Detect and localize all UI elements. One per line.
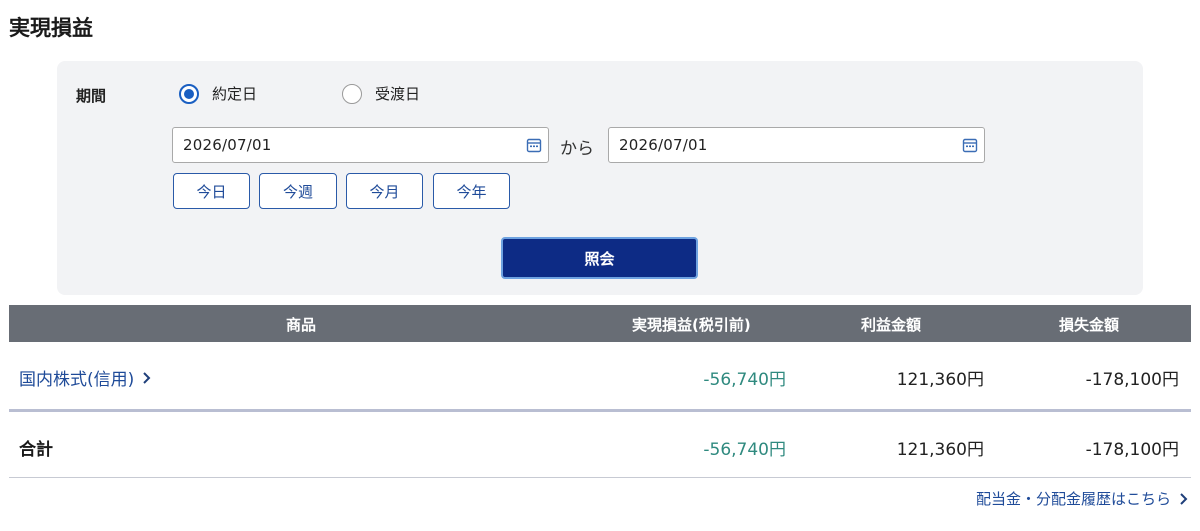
product-link-domestic-margin[interactable]: 国内株式(信用)	[19, 365, 151, 390]
today-button[interactable]: 今日	[173, 173, 250, 209]
loss-amount-value: -178,100円	[1085, 370, 1179, 390]
page-title: 実現損益	[9, 16, 93, 40]
filter-panel: 期間 約定日 受渡日 2026/07/01 から 2026/07/01 今日 今…	[57, 61, 1143, 295]
product-name: 国内株式(信用)	[19, 370, 135, 390]
chevron-right-icon	[143, 371, 151, 384]
radio-contract-date[interactable]: 約定日	[179, 83, 257, 104]
total-row: 合計 -56,740円 121,360円 -178,100円	[9, 412, 1191, 478]
calendar-icon[interactable]	[526, 137, 542, 153]
table-header: 商品 実現損益(税引前) 利益金額 損失金額	[9, 305, 1191, 342]
realized-pl-page: 実現損益 期間 約定日 受渡日 2026/07/01 から 2026/07/01	[0, 0, 1200, 531]
header-loss-amount: 損失金額	[1059, 316, 1120, 334]
this-week-button[interactable]: 今週	[259, 173, 337, 209]
table-row: 国内株式(信用) -56,740円 121,360円 -178,100円	[9, 342, 1191, 412]
realized-pl-table: 商品 実現損益(税引前) 利益金額 損失金額 国内株式(信用) -56,740円…	[9, 305, 1191, 478]
header-realized-pl: 実現損益(税引前)	[632, 316, 751, 334]
radio-circle	[179, 83, 199, 104]
period-label: 期間	[76, 87, 107, 105]
date-from-input[interactable]: 2026/07/01	[172, 127, 549, 163]
dividend-history-link-label: 配当金・分配金履歴はこちら	[975, 490, 1171, 508]
total-loss-amount-value: -178,100円	[1085, 440, 1179, 460]
total-realized-pl-value: -56,740円	[703, 440, 786, 460]
dividend-history-link[interactable]: 配当金・分配金履歴はこちら	[976, 488, 1188, 509]
date-from-value: 2026/07/01	[183, 136, 272, 154]
date-range-separator: から	[560, 139, 594, 159]
chevron-right-icon	[1180, 492, 1188, 505]
radio-circle	[342, 83, 362, 104]
calendar-icon[interactable]	[962, 137, 978, 153]
radio-contract-date-label: 約定日	[212, 85, 258, 103]
radio-delivery-date-label: 受渡日	[375, 85, 421, 103]
this-month-button[interactable]: 今月	[346, 173, 423, 209]
header-product: 商品	[286, 316, 317, 334]
total-label: 合計	[19, 440, 53, 460]
date-to-input[interactable]: 2026/07/01	[608, 127, 985, 163]
total-profit-amount-value: 121,360円	[896, 440, 984, 460]
header-profit-amount: 利益金額	[861, 316, 922, 334]
realized-pl-value: -56,740円	[703, 370, 786, 390]
profit-amount-value: 121,360円	[896, 370, 984, 390]
radio-delivery-date[interactable]: 受渡日	[342, 83, 420, 104]
this-year-button[interactable]: 今年	[433, 173, 510, 209]
date-to-value: 2026/07/01	[619, 136, 708, 154]
search-submit-button[interactable]: 照会	[501, 237, 698, 279]
